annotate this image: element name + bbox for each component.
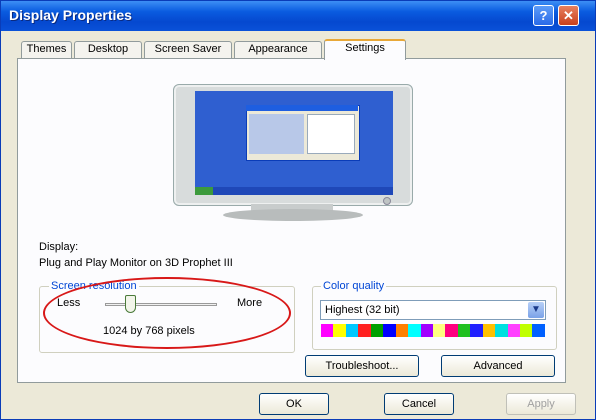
color-palette-preview [321, 324, 545, 337]
color-swatch [333, 324, 346, 337]
preview-start-button [195, 187, 213, 195]
color-swatch [395, 324, 409, 337]
window-title: Display Properties [9, 7, 132, 23]
display-properties-window: Display Properties ? ✕ Themes Desktop Sc… [0, 0, 596, 420]
color-swatch [445, 324, 458, 337]
tab-screen-saver[interactable]: Screen Saver [144, 41, 232, 58]
close-button[interactable]: ✕ [558, 5, 579, 26]
help-button[interactable]: ? [533, 5, 554, 26]
tab-themes[interactable]: Themes [21, 41, 72, 58]
advanced-button[interactable]: Advanced [441, 355, 555, 377]
color-swatch [495, 324, 508, 337]
color-swatch [408, 324, 421, 337]
color-swatch [470, 324, 483, 337]
color-swatch [420, 324, 433, 337]
color-quality-select[interactable]: Highest (32 bit) ▼ [320, 300, 546, 320]
color-swatch [520, 324, 533, 337]
color-swatch [482, 324, 496, 337]
preview-dialog-titlebar [246, 105, 358, 111]
monitor-base [223, 209, 363, 221]
screen-resolution-title: Screen resolution [49, 280, 139, 292]
tab-desktop[interactable]: Desktop [74, 41, 142, 58]
color-swatch [457, 324, 471, 337]
preview-dialog-list [307, 114, 355, 154]
preview-taskbar [195, 187, 393, 195]
less-label: Less [57, 297, 81, 309]
color-swatch [358, 324, 371, 337]
resolution-value: 1024 by 768 pixels [103, 325, 195, 337]
apply-button[interactable]: Apply [506, 393, 576, 415]
cancel-button[interactable]: Cancel [384, 393, 454, 415]
color-swatch [432, 324, 446, 337]
color-swatch [345, 324, 359, 337]
chevron-down-icon[interactable]: ▼ [528, 302, 544, 318]
color-swatch [383, 324, 396, 337]
more-label: More [237, 297, 263, 309]
color-quality-value: Highest (32 bit) [325, 304, 400, 316]
color-swatch [370, 324, 384, 337]
help-icon: ? [539, 8, 548, 23]
tab-settings[interactable]: Settings [324, 39, 406, 60]
display-label: Display: [39, 241, 79, 253]
resolution-slider-track[interactable] [105, 303, 217, 306]
color-swatch [532, 324, 545, 337]
title-bar[interactable]: Display Properties ? ✕ [1, 1, 595, 31]
tab-appearance[interactable]: Appearance [234, 41, 322, 58]
monitor-power-led [383, 197, 391, 205]
color-swatch [507, 324, 520, 337]
color-swatch [321, 324, 334, 337]
troubleshoot-button[interactable]: Troubleshoot... [305, 355, 419, 377]
ok-button[interactable]: OK [259, 393, 329, 415]
close-icon: ✕ [563, 8, 574, 23]
display-value: Plug and Play Monitor on 3D Prophet III [39, 257, 233, 269]
color-quality-title: Color quality [321, 280, 387, 292]
resolution-slider-thumb[interactable] [125, 295, 137, 313]
preview-dialog-pane [249, 114, 304, 154]
